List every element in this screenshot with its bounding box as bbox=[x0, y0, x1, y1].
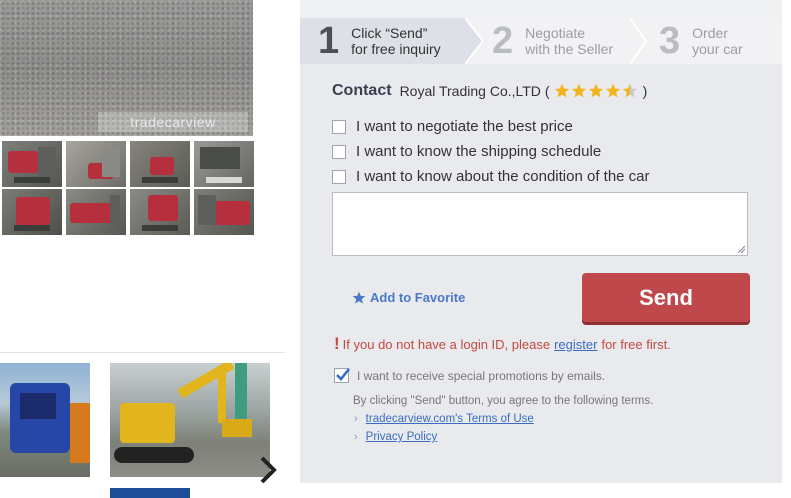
contact-label: Contact bbox=[332, 82, 392, 99]
option-checkbox[interactable] bbox=[332, 144, 346, 159]
contact-row: Contact Royal Trading Co.,LTD ( ) bbox=[332, 82, 647, 100]
register-link[interactable]: register bbox=[554, 337, 597, 352]
option-shipping[interactable]: I want to know the shipping schedule bbox=[332, 143, 601, 160]
favorite-label: Add to Favorite bbox=[370, 290, 466, 305]
step-number: 1 bbox=[318, 19, 340, 62]
send-button[interactable]: Send bbox=[582, 273, 750, 322]
step-2: 2 Negotiate with the Seller bbox=[478, 18, 628, 64]
similar-car-card[interactable] bbox=[110, 363, 270, 477]
inquiry-steps: 1 Click “Send” for free inquiry 2 Negotia… bbox=[300, 18, 782, 64]
star-icon bbox=[352, 291, 366, 304]
thumbnail[interactable] bbox=[2, 189, 62, 235]
watermark: tradecarview bbox=[98, 112, 248, 132]
option-checkbox[interactable] bbox=[332, 169, 346, 184]
login-note-text-after: for free first. bbox=[601, 337, 671, 352]
login-notice: ! If you do not have a login ID, please … bbox=[334, 334, 671, 354]
resize-grip-icon[interactable] bbox=[737, 245, 745, 253]
panel-top-bar bbox=[300, 0, 782, 18]
step-number: 2 bbox=[492, 19, 514, 62]
option-label: I want to negotiate the best price bbox=[356, 118, 573, 135]
thumbnail[interactable] bbox=[130, 189, 190, 235]
checkmark-icon bbox=[336, 368, 351, 381]
step-1: 1 Click “Send” for free inquiry bbox=[300, 18, 465, 64]
step-text: Negotiate with the Seller bbox=[525, 25, 614, 57]
option-condition[interactable]: I want to know about the condition of th… bbox=[332, 168, 650, 185]
thumbnail[interactable] bbox=[66, 189, 126, 235]
promo-label: I want to receive special promotions by … bbox=[357, 368, 606, 383]
inquiry-panel: 1 Click “Send” for free inquiry 2 Negotia… bbox=[300, 18, 782, 483]
star-icon bbox=[605, 83, 620, 98]
thumbnail[interactable] bbox=[194, 141, 254, 187]
similar-car-card[interactable] bbox=[0, 363, 90, 477]
chevron-right-icon[interactable] bbox=[248, 446, 288, 494]
option-label: I want to know the shipping schedule bbox=[356, 143, 602, 160]
promo-checkbox[interactable] bbox=[334, 368, 351, 383]
thumbnail[interactable] bbox=[2, 141, 62, 187]
thumbnail[interactable] bbox=[194, 189, 254, 235]
message-textarea[interactable] bbox=[332, 192, 748, 256]
star-icon bbox=[588, 83, 603, 98]
option-negotiate[interactable]: I want to negotiate the best price bbox=[332, 118, 573, 135]
terms-of-use-link[interactable]: › tradecarview.com's Terms of Use bbox=[354, 413, 534, 425]
half-star-icon bbox=[622, 83, 637, 98]
chevron-right-icon: › bbox=[354, 413, 358, 425]
thumbnail[interactable] bbox=[66, 141, 126, 187]
step-3: 3 Order your car bbox=[645, 18, 782, 64]
seller-rating bbox=[554, 83, 639, 99]
star-icon bbox=[554, 83, 569, 98]
terms-notice: By clicking "Send" button, you agree to … bbox=[353, 395, 654, 407]
promo-option[interactable]: I want to receive special promotions by … bbox=[334, 368, 605, 383]
rating-paren-open: ( bbox=[544, 83, 550, 99]
add-to-favorite-link[interactable]: Add to Favorite bbox=[352, 290, 465, 305]
option-checkbox[interactable] bbox=[332, 119, 346, 134]
section-divider bbox=[0, 352, 285, 353]
privacy-policy-link[interactable]: › Privacy Policy bbox=[354, 431, 437, 443]
step-text: Click “Send” for free inquiry bbox=[351, 25, 441, 57]
stock-badge bbox=[110, 488, 190, 498]
chevron-right-icon: › bbox=[354, 431, 358, 443]
login-note-text: If you do not have a login ID, please bbox=[342, 337, 551, 352]
step-text: Order your car bbox=[692, 25, 743, 57]
seller-name[interactable]: Royal Trading Co.,LTD bbox=[400, 83, 541, 99]
main-car-photo[interactable]: tradecarview bbox=[0, 0, 253, 136]
privacy-link-label[interactable]: Privacy Policy bbox=[366, 431, 438, 443]
exclamation-icon: ! bbox=[334, 334, 340, 353]
option-label: I want to know about the condition of th… bbox=[356, 168, 650, 185]
terms-link-label[interactable]: tradecarview.com's Terms of Use bbox=[366, 413, 534, 425]
step-number: 3 bbox=[659, 19, 681, 62]
thumbnail[interactable] bbox=[130, 141, 190, 187]
star-icon bbox=[571, 83, 586, 98]
rating-paren-close: ) bbox=[642, 83, 648, 99]
